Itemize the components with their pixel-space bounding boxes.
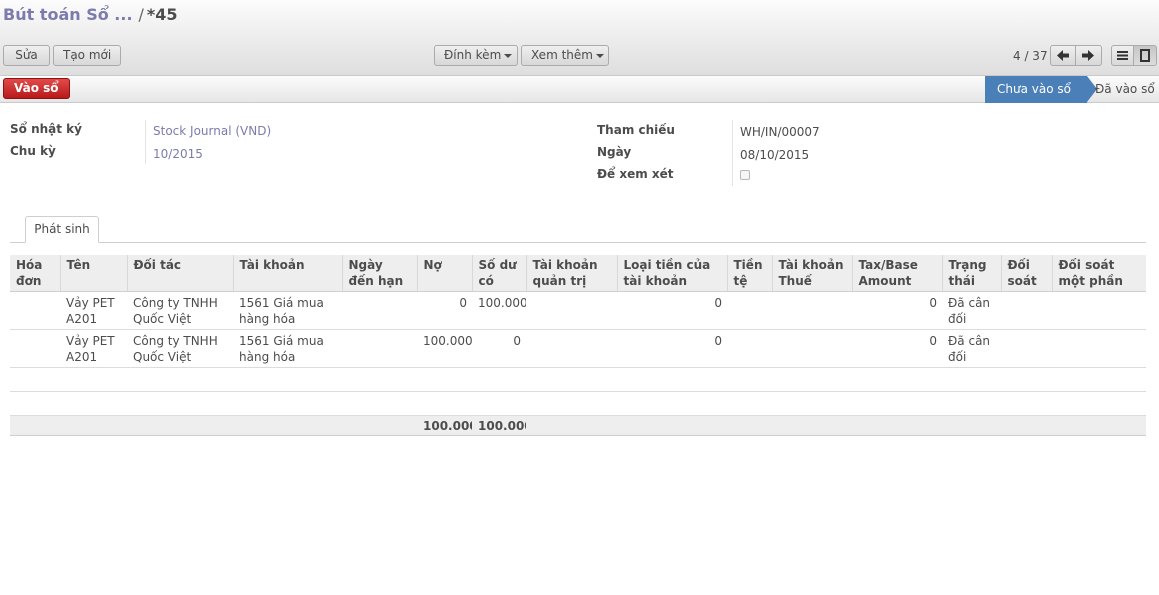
cell-analytic-account [526, 291, 617, 330]
stage-draft: Chưa vào sổ [985, 76, 1087, 103]
empty-row [10, 391, 1146, 416]
cell-name: Vảy PET A201 [60, 329, 127, 368]
post-button[interactable]: Vào sổ [3, 78, 70, 99]
date-label: Ngày [597, 145, 632, 159]
cell-tax-amount: 0 [852, 329, 942, 368]
attach-label: Đính kèm [444, 48, 502, 62]
field-divider [145, 120, 146, 164]
previous-record-button[interactable] [1050, 45, 1076, 66]
empty-cell [10, 367, 1146, 392]
cell-account: 1561 Giá mua hàng hóa [233, 291, 342, 330]
column-header[interactable]: Đối tác [126, 255, 233, 292]
form-icon [1140, 49, 1150, 62]
column-header[interactable]: Loại tiền của tài khoản [616, 255, 727, 292]
totals-spacer [10, 414, 417, 436]
period-label: Chu kỳ [10, 144, 56, 158]
totals-spacer [526, 414, 1146, 436]
to-review-checkbox[interactable] [740, 170, 750, 180]
cell-amount-currency: 0 [617, 291, 727, 330]
breadcrumb-current: *45 [146, 5, 178, 24]
to-review-label: Để xem xét [597, 167, 674, 181]
arrow-right-icon [1082, 50, 1094, 61]
arrow-left-icon [1057, 50, 1069, 61]
reference-label: Tham chiếu [597, 123, 675, 137]
cell-tax-account [772, 329, 852, 368]
cell-invoice [10, 291, 60, 330]
column-header[interactable]: Tài khoản [232, 255, 342, 292]
empty-cell [10, 391, 1146, 416]
cell-status: Đã cân đối [942, 291, 1001, 330]
totals-row: 100.000 100.000 [10, 414, 1146, 436]
column-header[interactable]: Đối soát một phần [1051, 255, 1146, 292]
caret-down-icon [504, 53, 513, 58]
column-header[interactable]: Số dư có [471, 255, 526, 292]
cell-tax-account [772, 291, 852, 330]
attach-dropdown-button[interactable]: Đính kèm [434, 45, 518, 66]
column-header[interactable]: Hóa đơn [10, 255, 60, 292]
form-view-button[interactable] [1134, 45, 1157, 66]
column-header[interactable]: Tài khoản quản trị [525, 255, 617, 292]
list-icon [1117, 51, 1128, 60]
empty-row [10, 367, 1146, 392]
journal-value[interactable]: Stock Journal (VND) [153, 124, 271, 138]
column-header[interactable]: Ngày đến hạn [341, 255, 417, 292]
column-header[interactable]: Tax/Base Amount [851, 255, 942, 292]
breadcrumb: Bút toán Sổ ... / *45 [3, 5, 178, 24]
cell-reconcile [1001, 291, 1052, 330]
column-header[interactable]: Tên [59, 255, 127, 292]
tab-bar-line [10, 242, 1146, 243]
journal-label: Sổ nhật ký [10, 122, 82, 136]
column-header[interactable]: Đối soát [1000, 255, 1052, 292]
cell-debit: 100.000 [417, 329, 472, 368]
cell-currency [727, 329, 772, 368]
column-header[interactable]: Trạng thái [941, 255, 1001, 292]
breadcrumb-separator: / [138, 5, 144, 24]
date-value: 08/10/2015 [740, 148, 810, 162]
pager-counter[interactable]: 4 / 37 [1013, 49, 1048, 63]
status-bar: Vào sổ Chưa vào sổ Đã vào sổ [0, 76, 1159, 103]
more-label: Xem thêm [531, 48, 593, 62]
total-credit: 100.000 [472, 414, 526, 436]
cell-currency [727, 291, 772, 330]
next-record-button[interactable] [1076, 45, 1102, 66]
tab-journal-items[interactable]: Phát sinh [25, 216, 99, 243]
stage-posted: Đã vào sổ [1095, 82, 1155, 96]
reference-value: WH/IN/00007 [740, 125, 820, 139]
cell-partial-reconcile [1052, 329, 1146, 368]
cell-credit: 100.000 [472, 291, 526, 330]
breadcrumb-parent-link[interactable]: Bút toán Sổ ... [3, 5, 133, 24]
journal-items-table: Hóa đơn Tên Đối tác Tài khoản Ngày đến h… [10, 255, 1146, 436]
create-button[interactable]: Tạo mới [53, 45, 121, 66]
cell-analytic-account [526, 329, 617, 368]
period-value[interactable]: 10/2015 [153, 147, 203, 161]
cell-reconcile [1001, 329, 1052, 368]
column-header[interactable]: Tài khoản Thuế [771, 255, 852, 292]
control-panel: Bút toán Sổ ... / *45 Sửa Tạo mới Đính kèm… [0, 0, 1159, 76]
cell-status: Đã cân đối [942, 329, 1001, 368]
field-divider [732, 120, 733, 186]
cell-account: 1561 Giá mua hàng hóa [233, 329, 342, 368]
list-view-button[interactable] [1111, 45, 1134, 66]
cell-debit: 0 [417, 291, 472, 330]
edit-button[interactable]: Sửa [3, 45, 50, 66]
cell-amount-currency: 0 [617, 329, 727, 368]
column-header[interactable]: Nợ [416, 255, 472, 292]
caret-down-icon [595, 53, 604, 58]
table-header-row: Hóa đơn Tên Đối tác Tài khoản Ngày đến h… [10, 255, 1146, 292]
cell-name: Vảy PET A201 [60, 291, 127, 330]
cell-invoice [10, 329, 60, 368]
total-debit: 100.000 [417, 414, 472, 436]
column-header[interactable]: Tiền tệ [726, 255, 772, 292]
cell-due-date [342, 329, 417, 368]
cell-due-date [342, 291, 417, 330]
more-dropdown-button[interactable]: Xem thêm [521, 45, 609, 66]
cell-partner: Công ty TNHH Quốc Việt [127, 291, 233, 330]
table-row[interactable]: Vảy PET A201 Công ty TNHH Quốc Việt 1561… [10, 329, 1146, 368]
cell-tax-amount: 0 [852, 291, 942, 330]
table-row[interactable]: Vảy PET A201 Công ty TNHH Quốc Việt 1561… [10, 291, 1146, 330]
cell-partner: Công ty TNHH Quốc Việt [127, 329, 233, 368]
cell-credit: 0 [472, 329, 526, 368]
cell-partial-reconcile [1052, 291, 1146, 330]
